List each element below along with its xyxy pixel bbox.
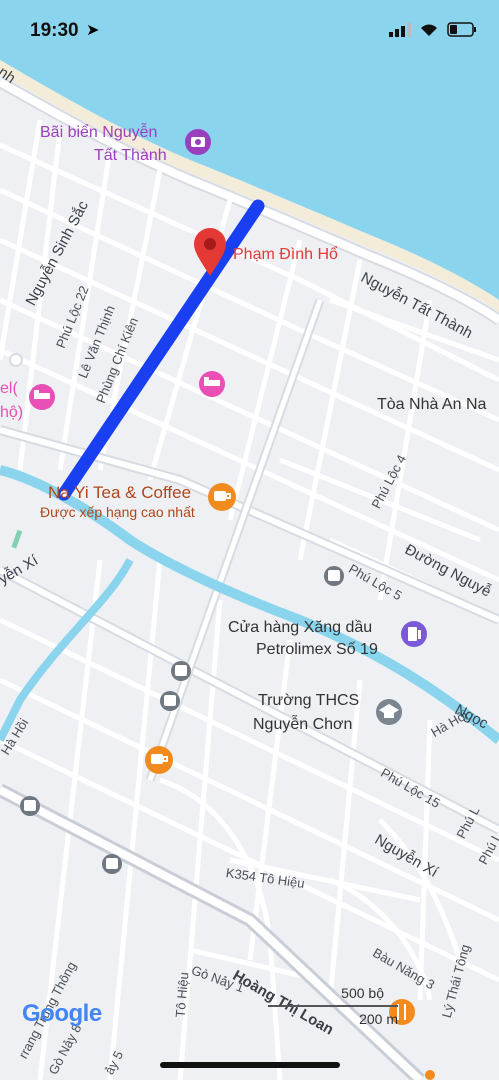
battery-icon: [447, 22, 476, 37]
cafe-subtitle: Được xếp hạng cao nhất: [40, 504, 195, 520]
scale-bar: 500 bộ 200 m: [268, 985, 398, 1027]
scale-line: [268, 1005, 398, 1007]
bus-stop-icon-5: [102, 854, 122, 874]
cafe-icon: [208, 483, 236, 511]
beach-label-line1[interactable]: Bãi biển Nguyễn: [40, 124, 157, 142]
cafe-icon-bottom: [145, 746, 173, 774]
bus-stop-icon-2: [171, 661, 191, 681]
school-icon: [376, 699, 402, 725]
beach-label-line2[interactable]: Tất Thành: [94, 147, 167, 165]
google-logo: Google: [22, 1000, 102, 1028]
status-bar: 19:30 ➤: [0, 0, 499, 60]
hotel-left-label-line2[interactable]: hộ): [0, 404, 23, 422]
status-icons: [389, 22, 477, 37]
status-time: 19:30: [30, 20, 79, 41]
camera-icon: [185, 129, 211, 155]
hotel-icon-left: [29, 384, 55, 410]
wifi-icon: [421, 24, 437, 36]
building-label[interactable]: Tòa Nhà An Na: [377, 396, 486, 414]
school-label-line1[interactable]: Trường THCS: [258, 692, 359, 710]
hotel-icon: [199, 371, 225, 397]
gas-station-icon: [401, 621, 427, 647]
location-arrow-icon: ➤: [86, 22, 100, 39]
pin-label[interactable]: Phạm Đình Hổ: [233, 246, 338, 264]
school-label-line2[interactable]: Nguyễn Chơn: [253, 716, 352, 734]
gas-station-label-line1[interactable]: Cửa hàng Xăng dầu: [228, 619, 372, 637]
map-canvas[interactable]: [0, 0, 499, 1080]
gas-station-label-line2[interactable]: Petrolimex Số 19: [256, 641, 378, 659]
home-indicator[interactable]: [160, 1062, 340, 1068]
bus-stop-icon: [324, 566, 344, 586]
cafe-title[interactable]: Na Yi Tea & Coffee: [48, 483, 191, 503]
bus-stop-icon-3: [160, 691, 180, 711]
scale-metric: 200 m: [359, 1011, 398, 1027]
google-logo-text: Google: [22, 1000, 102, 1027]
signal-icon: [389, 22, 411, 37]
hotel-left-label-line1[interactable]: el(: [0, 380, 18, 398]
bus-stop-icon-4: [20, 796, 40, 816]
scale-imperial: 500 bộ: [341, 985, 384, 1001]
